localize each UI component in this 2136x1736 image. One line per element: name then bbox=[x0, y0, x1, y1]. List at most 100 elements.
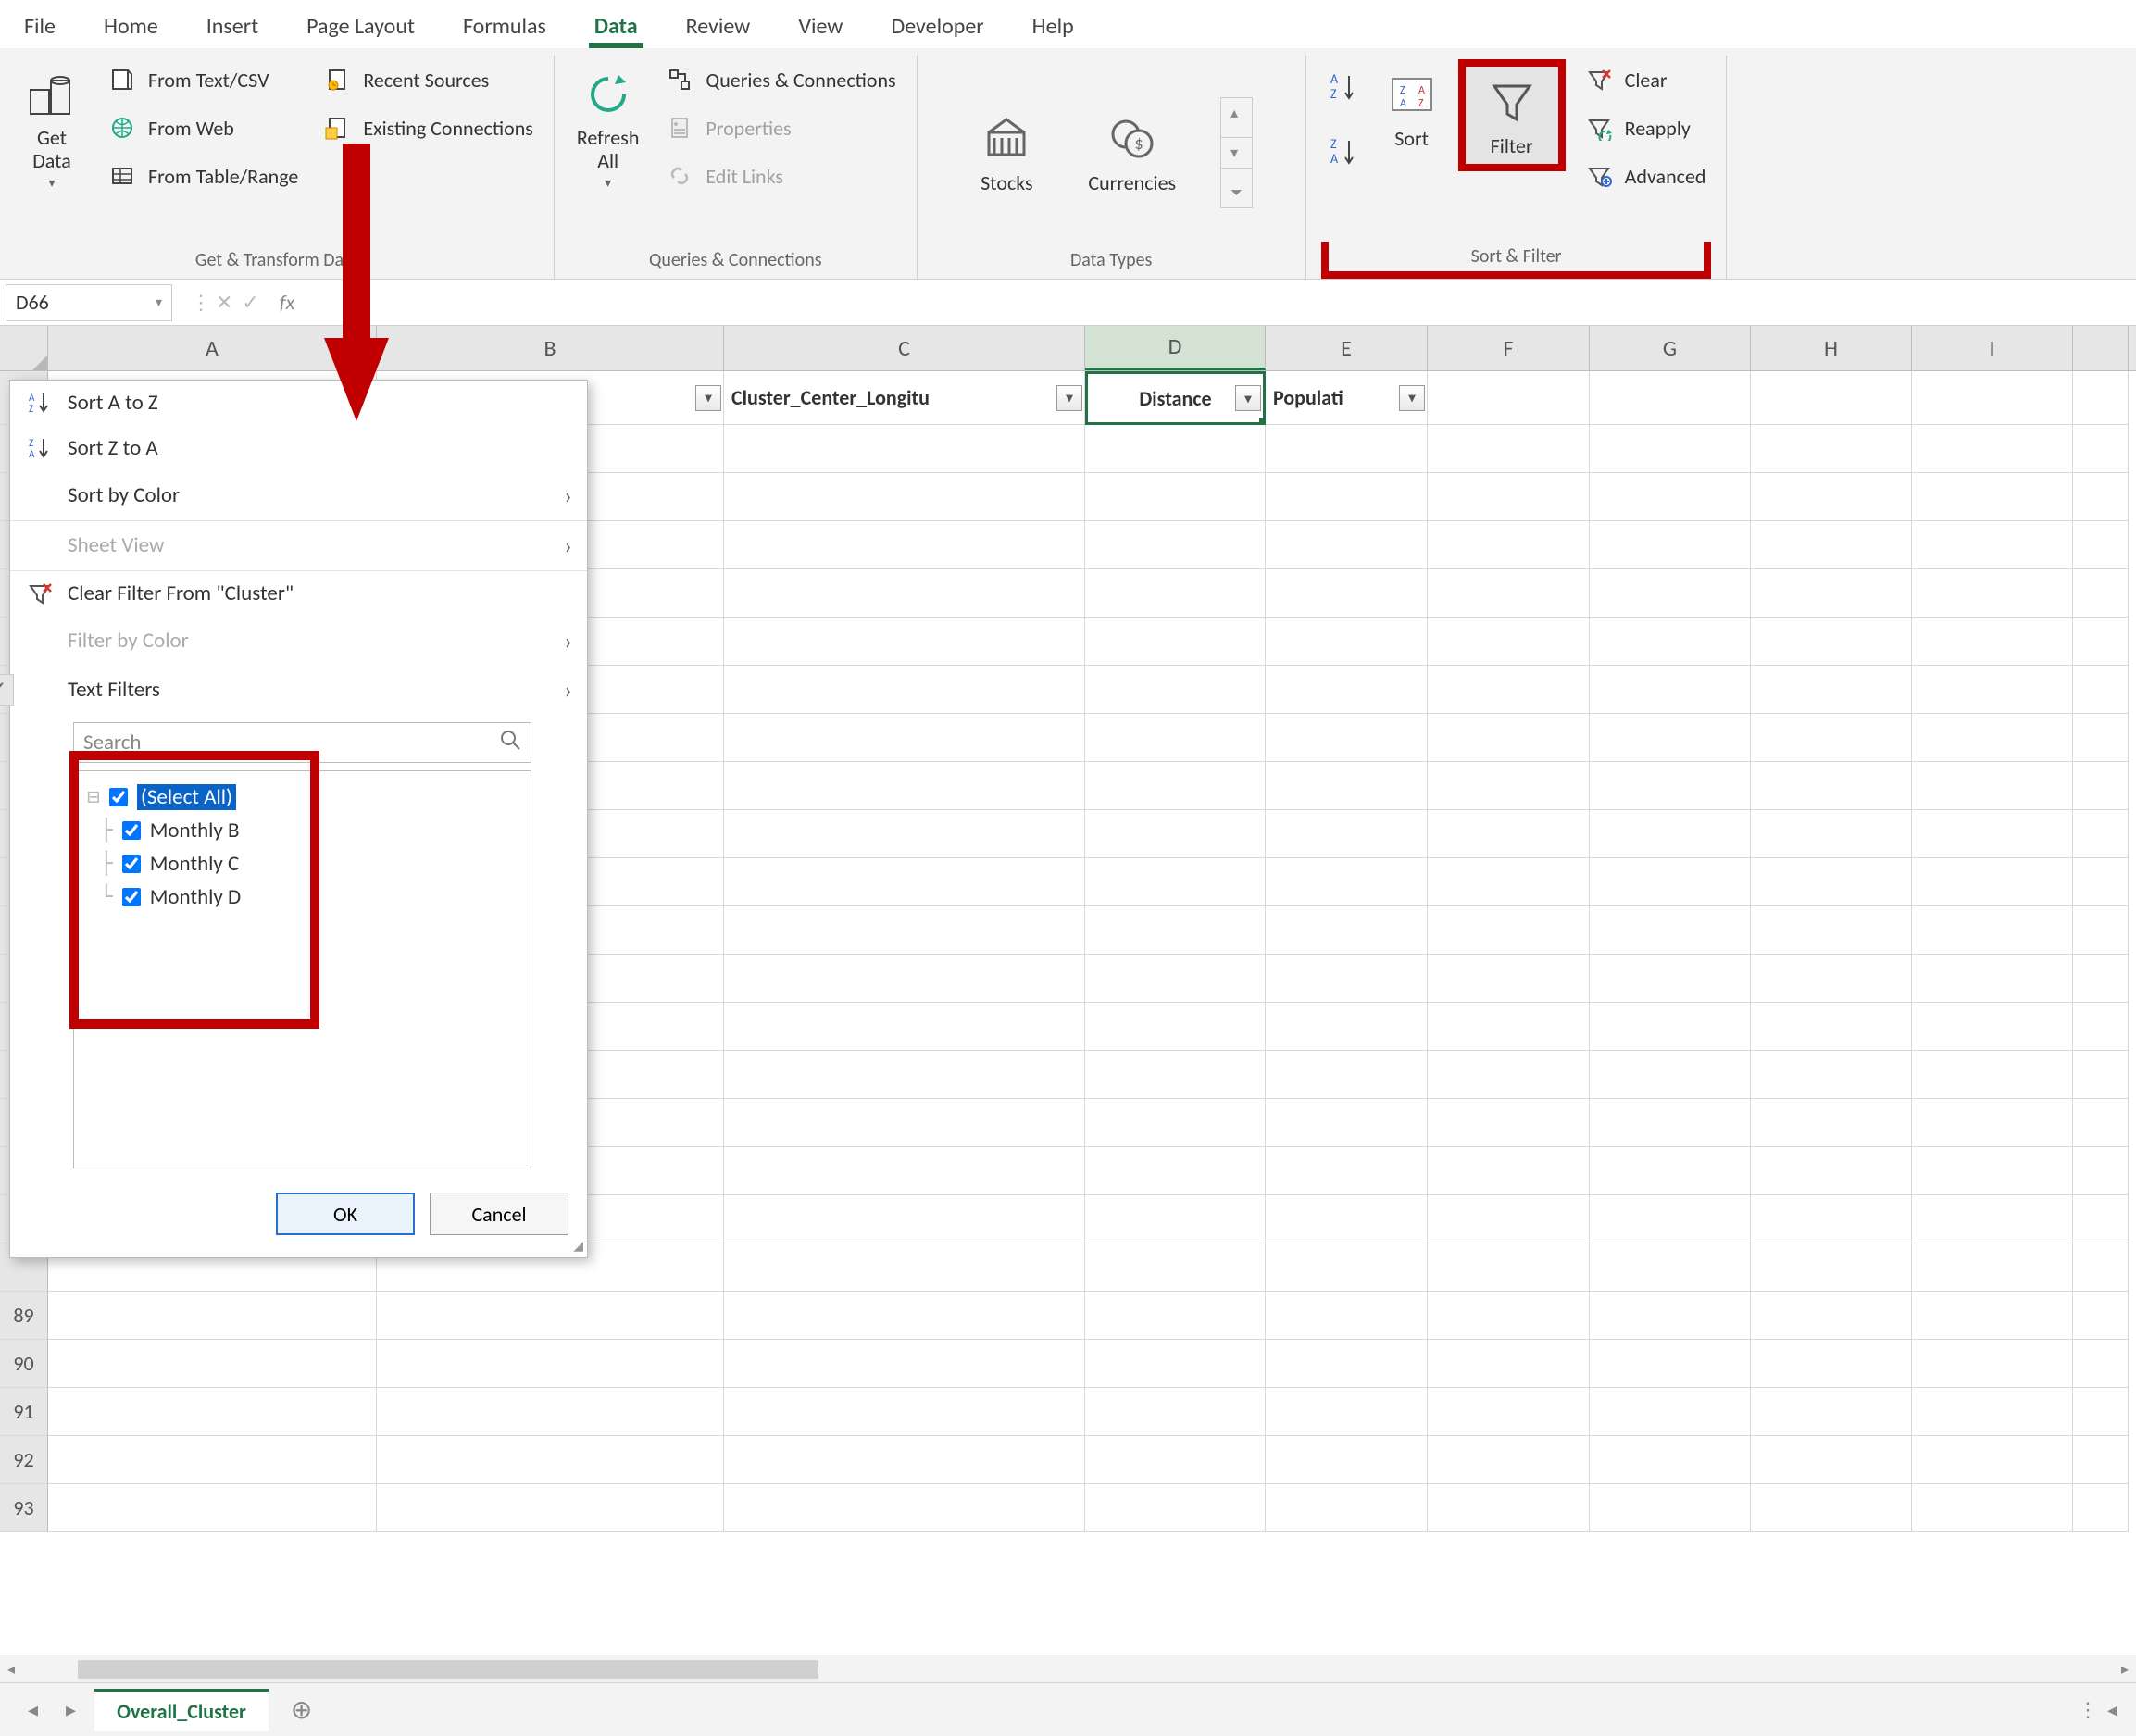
cell[interactable] bbox=[2073, 858, 2129, 906]
cell-G1[interactable] bbox=[1590, 371, 1751, 425]
col-header-A[interactable]: A bbox=[48, 326, 377, 370]
cell[interactable] bbox=[1912, 1195, 2073, 1243]
cell[interactable] bbox=[724, 810, 1085, 858]
cell[interactable] bbox=[1085, 1484, 1266, 1532]
cell[interactable] bbox=[1085, 762, 1266, 810]
cell[interactable] bbox=[48, 1484, 377, 1532]
name-box-dropdown-icon[interactable]: ▾ bbox=[156, 294, 162, 310]
cell[interactable] bbox=[1590, 906, 1751, 955]
cell[interactable] bbox=[1912, 955, 2073, 1003]
hscroll-thumb[interactable] bbox=[78, 1660, 818, 1679]
tab-data[interactable]: Data bbox=[589, 9, 643, 48]
col-header-I[interactable]: I bbox=[1912, 326, 2073, 370]
cell[interactable] bbox=[1266, 714, 1428, 762]
cell[interactable] bbox=[724, 1099, 1085, 1147]
cell[interactable] bbox=[2073, 618, 2129, 666]
cell[interactable] bbox=[1751, 1292, 1912, 1340]
cell[interactable] bbox=[1751, 762, 1912, 810]
cell[interactable] bbox=[1912, 1388, 2073, 1436]
cell[interactable] bbox=[2073, 1051, 2129, 1099]
cell[interactable] bbox=[1751, 955, 1912, 1003]
cell[interactable] bbox=[1590, 618, 1751, 666]
cell[interactable] bbox=[2073, 1243, 2129, 1292]
cell[interactable] bbox=[1266, 569, 1428, 618]
fx-icon[interactable]: fx bbox=[272, 290, 302, 315]
cell[interactable] bbox=[1912, 1003, 2073, 1051]
data-types-expand[interactable]: ⏷ bbox=[1221, 179, 1252, 207]
cell[interactable] bbox=[1266, 1484, 1428, 1532]
cell[interactable] bbox=[1590, 714, 1751, 762]
cell[interactable] bbox=[724, 569, 1085, 618]
cell[interactable] bbox=[48, 1436, 377, 1484]
sort-button[interactable]: ZAAZ Sort bbox=[1375, 59, 1449, 156]
sheet-menu-icon[interactable]: ⋮ bbox=[2078, 1697, 2098, 1722]
sort-desc-icon-button[interactable]: ZA bbox=[1321, 133, 1366, 170]
resize-handle-icon[interactable]: ◢ bbox=[573, 1238, 583, 1254]
cell[interactable] bbox=[1085, 906, 1266, 955]
cell[interactable] bbox=[1266, 1388, 1428, 1436]
cell[interactable] bbox=[1590, 473, 1751, 521]
cell[interactable] bbox=[1085, 1292, 1266, 1340]
tab-review[interactable]: Review bbox=[681, 9, 756, 48]
cell[interactable] bbox=[1912, 521, 2073, 569]
cell[interactable] bbox=[1590, 1051, 1751, 1099]
cell[interactable] bbox=[1751, 858, 1912, 906]
cell[interactable] bbox=[1085, 666, 1266, 714]
cell[interactable] bbox=[724, 762, 1085, 810]
cell[interactable] bbox=[1085, 473, 1266, 521]
recent-sources-button[interactable]: Recent Sources bbox=[313, 59, 539, 100]
cell[interactable] bbox=[1428, 1292, 1590, 1340]
cell[interactable] bbox=[1266, 1243, 1428, 1292]
cell[interactable] bbox=[1266, 618, 1428, 666]
cell[interactable] bbox=[1751, 1484, 1912, 1532]
cell[interactable] bbox=[1085, 569, 1266, 618]
cell[interactable] bbox=[724, 425, 1085, 473]
cell[interactable] bbox=[1590, 1292, 1751, 1340]
cell[interactable] bbox=[724, 473, 1085, 521]
cell[interactable] bbox=[377, 1484, 724, 1532]
cell[interactable] bbox=[724, 521, 1085, 569]
cell[interactable] bbox=[724, 1436, 1085, 1484]
cell[interactable] bbox=[2073, 714, 2129, 762]
cell[interactable] bbox=[377, 1292, 724, 1340]
cell[interactable] bbox=[2073, 1099, 2129, 1147]
cell[interactable] bbox=[1912, 906, 2073, 955]
data-types-scroll-down[interactable]: ▾ bbox=[1221, 137, 1252, 169]
cell[interactable] bbox=[1751, 714, 1912, 762]
cell[interactable] bbox=[1751, 1195, 1912, 1243]
cell[interactable] bbox=[724, 906, 1085, 955]
cell[interactable] bbox=[1912, 666, 2073, 714]
cell[interactable] bbox=[1751, 1099, 1912, 1147]
from-text-csv-button[interactable]: From Text/CSV bbox=[98, 59, 304, 100]
cell[interactable] bbox=[1266, 425, 1428, 473]
cell[interactable] bbox=[1428, 1436, 1590, 1484]
cell-C1[interactable]: Cluster_Center_Longitu▾ bbox=[724, 371, 1085, 425]
cell[interactable] bbox=[724, 618, 1085, 666]
cell[interactable] bbox=[1912, 618, 2073, 666]
cell[interactable] bbox=[1912, 1484, 2073, 1532]
existing-connections-button[interactable]: Existing Connections bbox=[313, 107, 539, 148]
cell[interactable] bbox=[1428, 521, 1590, 569]
cell[interactable] bbox=[2073, 425, 2129, 473]
cell[interactable] bbox=[1428, 1147, 1590, 1195]
cell[interactable] bbox=[1912, 810, 2073, 858]
hscroll-left[interactable]: ◂ bbox=[0, 1660, 22, 1679]
cell[interactable] bbox=[1085, 955, 1266, 1003]
cell[interactable] bbox=[1428, 1195, 1590, 1243]
stocks-button[interactable]: Stocks bbox=[969, 104, 1043, 201]
tab-help[interactable]: Help bbox=[1027, 9, 1080, 48]
cell[interactable] bbox=[1266, 1436, 1428, 1484]
cell[interactable] bbox=[1428, 858, 1590, 906]
cell[interactable] bbox=[1912, 425, 2073, 473]
cell[interactable] bbox=[1085, 1147, 1266, 1195]
data-types-scroll-up[interactable]: ▴ bbox=[1221, 98, 1252, 128]
cell[interactable] bbox=[2073, 1484, 2129, 1532]
get-data-button[interactable]: Get Data ▾ bbox=[15, 59, 89, 196]
cell[interactable] bbox=[1428, 714, 1590, 762]
cell[interactable] bbox=[724, 1195, 1085, 1243]
cell[interactable] bbox=[1751, 810, 1912, 858]
cell[interactable] bbox=[1266, 955, 1428, 1003]
cell[interactable] bbox=[1266, 1099, 1428, 1147]
cell[interactable] bbox=[724, 1147, 1085, 1195]
horizontal-scrollbar[interactable]: ◂ ▸ bbox=[0, 1655, 2136, 1682]
